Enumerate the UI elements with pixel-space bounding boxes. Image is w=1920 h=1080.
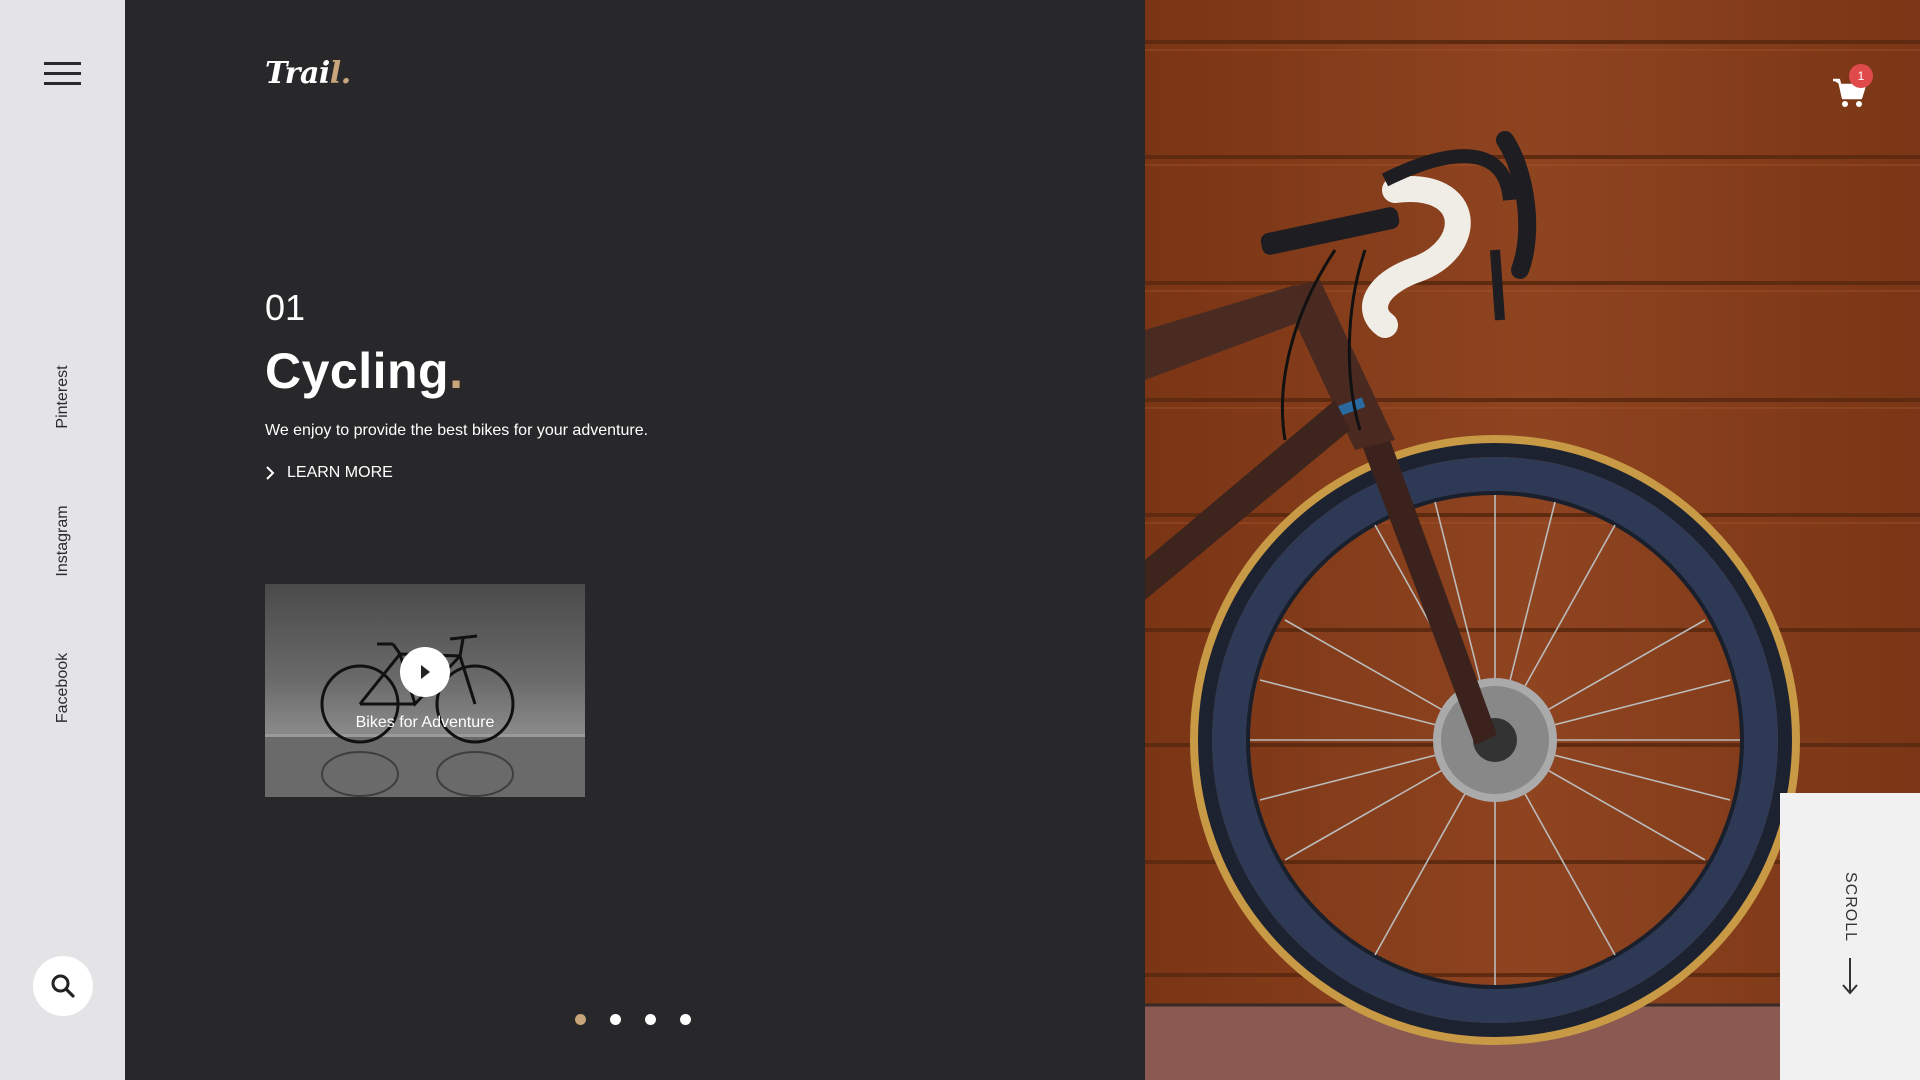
scroll-label: SCROLL xyxy=(1842,871,1859,943)
social-link-pinterest[interactable]: Pinterest xyxy=(54,365,72,428)
social-link-instagram[interactable]: Instagram xyxy=(54,505,72,576)
video-thumbnail[interactable]: Bikes for Adventure xyxy=(265,584,585,797)
slider-pagination xyxy=(575,1014,715,1025)
pagination-dot-4[interactable] xyxy=(680,1014,691,1025)
arrow-down-icon xyxy=(1842,958,1858,995)
pagination-dot-2[interactable] xyxy=(610,1014,621,1025)
brand-logo[interactable]: Trail. xyxy=(265,56,351,91)
scroll-indicator[interactable]: SCROLL xyxy=(1780,793,1920,1080)
pagination-dot-1[interactable] xyxy=(575,1014,586,1025)
pagination-dot-3[interactable] xyxy=(645,1014,656,1025)
learn-more-link[interactable]: LEARN MORE xyxy=(265,464,393,482)
social-link-facebook[interactable]: Facebook xyxy=(54,653,72,723)
play-icon[interactable] xyxy=(400,647,450,697)
cart-count-badge: 1 xyxy=(1849,64,1873,88)
hamburger-menu-icon[interactable] xyxy=(44,60,81,88)
video-caption: Bikes for Adventure xyxy=(355,714,495,731)
search-icon xyxy=(51,974,75,998)
slide-number: 01 xyxy=(265,287,306,328)
slide-description: We enjoy to provide the best bikes for y… xyxy=(265,422,649,439)
hero-bike-image: SCROLL xyxy=(1145,0,1920,1080)
sidebar: Pinterest Instagram Facebook xyxy=(0,0,125,1080)
hero-content-panel: Trail. 01 Cycling. We enjoy to provide t… xyxy=(125,0,1145,1080)
search-button[interactable] xyxy=(33,956,93,1016)
slide-title: Cycling. xyxy=(265,343,464,399)
chevron-right-icon xyxy=(266,466,275,480)
